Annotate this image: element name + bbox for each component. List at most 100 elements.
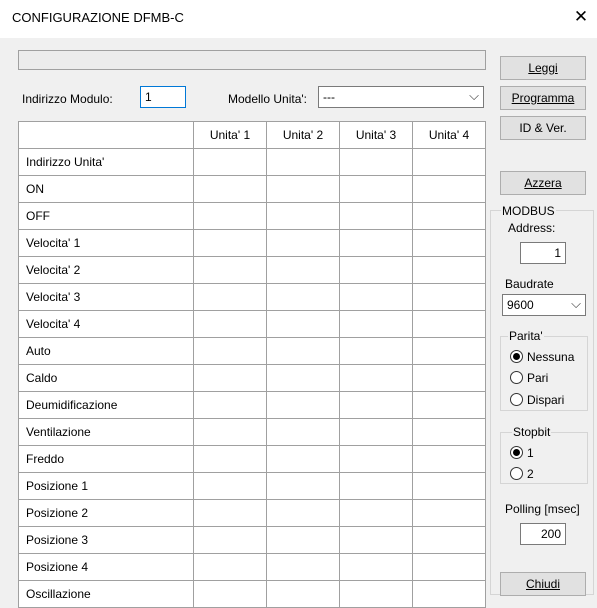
table-cell[interactable] xyxy=(412,472,486,500)
table-cell[interactable] xyxy=(193,553,267,581)
row-label: OFF xyxy=(18,202,194,230)
table-cell[interactable] xyxy=(339,553,413,581)
table-cell[interactable] xyxy=(193,580,267,608)
polling-field[interactable]: 200 xyxy=(520,523,566,545)
table-cell[interactable] xyxy=(339,310,413,338)
parita-option-pari[interactable]: Pari xyxy=(510,370,548,385)
table-cell[interactable] xyxy=(412,391,486,419)
table-cell[interactable] xyxy=(339,499,413,527)
table-cell[interactable] xyxy=(266,148,340,176)
table-row: Posizione 3 xyxy=(18,526,486,554)
table-cell[interactable] xyxy=(266,526,340,554)
table-cell[interactable] xyxy=(412,553,486,581)
table-cell[interactable] xyxy=(193,148,267,176)
model-select-value: --- xyxy=(323,90,335,104)
table-cell[interactable] xyxy=(339,391,413,419)
table-cell[interactable] xyxy=(339,580,413,608)
table-row: Velocita' 2 xyxy=(18,256,486,284)
table-cell[interactable] xyxy=(193,256,267,284)
table-cell[interactable] xyxy=(193,364,267,392)
table-cell[interactable] xyxy=(193,472,267,500)
table-cell[interactable] xyxy=(339,148,413,176)
table-cell[interactable] xyxy=(266,364,340,392)
table-cell[interactable] xyxy=(193,283,267,311)
table-cell[interactable] xyxy=(339,175,413,203)
table-cell[interactable] xyxy=(412,256,486,284)
table-cell[interactable] xyxy=(339,337,413,365)
table-cell[interactable] xyxy=(266,229,340,257)
chevron-down-icon: ⌵ xyxy=(469,88,479,103)
table-cell[interactable] xyxy=(266,499,340,527)
id-ver-button[interactable]: ID & Ver. xyxy=(500,116,586,140)
table-cell[interactable] xyxy=(193,175,267,203)
chevron-down-icon: ⌵ xyxy=(571,296,581,311)
table-cell[interactable] xyxy=(339,202,413,230)
chiudi-button[interactable]: Chiudi xyxy=(500,572,586,596)
table-cell[interactable] xyxy=(339,445,413,473)
table-cell[interactable] xyxy=(266,256,340,284)
table-cell[interactable] xyxy=(339,229,413,257)
table-cell[interactable] xyxy=(266,175,340,203)
table-cell[interactable] xyxy=(266,337,340,365)
parita-option-dispari[interactable]: Dispari xyxy=(510,392,564,407)
table-cell[interactable] xyxy=(339,418,413,446)
table-row: Indirizzo Unita' xyxy=(18,148,486,176)
modbus-title: MODBUS xyxy=(501,204,556,218)
row-label: Indirizzo Unita' xyxy=(18,148,194,176)
table-row: OFF xyxy=(18,202,486,230)
leggi-button[interactable]: Leggi xyxy=(500,56,586,80)
stopbit-option-2[interactable]: 2 xyxy=(510,466,534,481)
column-header: Unita' 3 xyxy=(339,121,413,149)
table-cell[interactable] xyxy=(412,526,486,554)
module-address-field[interactable]: 1 xyxy=(140,86,186,108)
close-icon[interactable]: ✕ xyxy=(572,8,590,26)
table-cell[interactable] xyxy=(193,445,267,473)
table-cell[interactable] xyxy=(266,445,340,473)
table-cell[interactable] xyxy=(412,175,486,203)
table-cell[interactable] xyxy=(266,391,340,419)
table-cell[interactable] xyxy=(339,256,413,284)
table-cell[interactable] xyxy=(193,418,267,446)
table-cell[interactable] xyxy=(193,391,267,419)
row-label: Freddo xyxy=(18,445,194,473)
model-select[interactable]: --- ⌵ xyxy=(318,86,484,108)
table-corner-cell xyxy=(18,121,194,149)
table-cell[interactable] xyxy=(339,364,413,392)
table-cell[interactable] xyxy=(266,418,340,446)
table-cell[interactable] xyxy=(412,418,486,446)
programma-button[interactable]: Programma xyxy=(500,86,586,110)
table-cell[interactable] xyxy=(412,148,486,176)
row-label: Velocita' 1 xyxy=(18,229,194,257)
stopbit-option-1[interactable]: 1 xyxy=(510,445,534,460)
table-cell[interactable] xyxy=(412,202,486,230)
table-cell[interactable] xyxy=(193,229,267,257)
table-cell[interactable] xyxy=(266,283,340,311)
baudrate-select[interactable]: 9600 ⌵ xyxy=(502,294,586,316)
modbus-address-field[interactable]: 1 xyxy=(520,242,566,264)
row-label: Oscillazione xyxy=(18,580,194,608)
table-cell[interactable] xyxy=(193,202,267,230)
table-cell[interactable] xyxy=(412,499,486,527)
table-cell[interactable] xyxy=(266,202,340,230)
table-cell[interactable] xyxy=(339,526,413,554)
table-cell[interactable] xyxy=(412,310,486,338)
table-cell[interactable] xyxy=(266,472,340,500)
table-cell[interactable] xyxy=(412,580,486,608)
table-cell[interactable] xyxy=(266,553,340,581)
table-cell[interactable] xyxy=(339,472,413,500)
table-cell[interactable] xyxy=(266,580,340,608)
parita-label: Parita' xyxy=(508,329,544,343)
parita-option-nessuna[interactable]: Nessuna xyxy=(510,349,574,364)
table-cell[interactable] xyxy=(412,283,486,311)
table-cell[interactable] xyxy=(266,310,340,338)
table-cell[interactable] xyxy=(412,229,486,257)
table-cell[interactable] xyxy=(193,526,267,554)
table-cell[interactable] xyxy=(339,283,413,311)
table-cell[interactable] xyxy=(412,337,486,365)
table-cell[interactable] xyxy=(193,310,267,338)
azzera-button[interactable]: Azzera xyxy=(500,171,586,195)
table-cell[interactable] xyxy=(193,499,267,527)
table-cell[interactable] xyxy=(412,445,486,473)
table-cell[interactable] xyxy=(193,337,267,365)
table-cell[interactable] xyxy=(412,364,486,392)
